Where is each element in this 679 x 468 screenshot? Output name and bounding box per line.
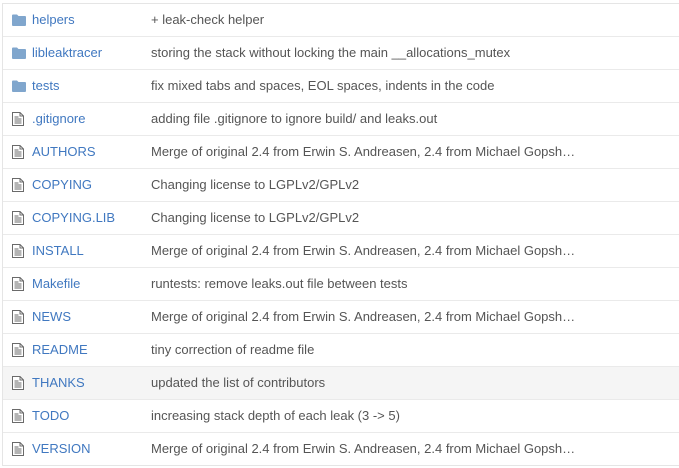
file-row: NEWS Merge of original 2.4 from Erwin S.… bbox=[3, 301, 679, 334]
file-row: helpers + leak-check helper bbox=[3, 4, 679, 37]
file-text-icon bbox=[12, 409, 26, 423]
commit-message-link[interactable]: Changing license to LGPLv2/GPLv2 bbox=[151, 169, 359, 201]
file-text-icon bbox=[12, 442, 26, 456]
folder-icon bbox=[12, 46, 26, 60]
commit-message-link[interactable]: runtests: remove leaks.out file between … bbox=[151, 268, 408, 300]
commit-message-link[interactable]: Merge of original 2.4 from Erwin S. Andr… bbox=[151, 301, 575, 333]
file-name-link[interactable]: helpers bbox=[32, 4, 75, 36]
file-row: COPYING Changing license to LGPLv2/GPLv2 bbox=[3, 169, 679, 202]
file-name-link[interactable]: README bbox=[32, 334, 88, 366]
file-name-link[interactable]: COPYING bbox=[32, 169, 92, 201]
commit-message-link[interactable]: tiny correction of readme file bbox=[151, 334, 314, 366]
commit-message-link[interactable]: storing the stack without locking the ma… bbox=[151, 37, 510, 69]
file-name-link[interactable]: THANKS bbox=[32, 367, 85, 399]
file-list: helpers + leak-check helper libleaktrace… bbox=[2, 3, 679, 466]
file-row: AUTHORS Merge of original 2.4 from Erwin… bbox=[3, 136, 679, 169]
file-text-icon bbox=[12, 211, 26, 225]
file-name-link[interactable]: AUTHORS bbox=[32, 136, 96, 168]
folder-icon bbox=[12, 13, 26, 27]
file-row: tests fix mixed tabs and spaces, EOL spa… bbox=[3, 70, 679, 103]
file-row: VERSION Merge of original 2.4 from Erwin… bbox=[3, 433, 679, 465]
file-name-link[interactable]: INSTALL bbox=[32, 235, 84, 267]
file-text-icon bbox=[12, 343, 26, 357]
commit-message-link[interactable]: fix mixed tabs and spaces, EOL spaces, i… bbox=[151, 70, 495, 102]
file-text-icon bbox=[12, 310, 26, 324]
file-text-icon bbox=[12, 145, 26, 159]
commit-message-link[interactable]: adding file .gitignore to ignore build/ … bbox=[151, 103, 437, 135]
file-name-link[interactable]: NEWS bbox=[32, 301, 71, 333]
file-text-icon bbox=[12, 178, 26, 192]
file-name-link[interactable]: .gitignore bbox=[32, 103, 85, 135]
commit-message-link[interactable]: Merge of original 2.4 from Erwin S. Andr… bbox=[151, 433, 575, 465]
folder-icon bbox=[12, 79, 26, 93]
file-row: Makefile runtests: remove leaks.out file… bbox=[3, 268, 679, 301]
file-text-icon bbox=[12, 244, 26, 258]
file-row: THANKS updated the list of contributors bbox=[3, 367, 679, 400]
commit-message-link[interactable]: + leak-check helper bbox=[151, 4, 264, 36]
file-row: INSTALL Merge of original 2.4 from Erwin… bbox=[3, 235, 679, 268]
file-row: libleaktracer storing the stack without … bbox=[3, 37, 679, 70]
commit-message-link[interactable]: Changing license to LGPLv2/GPLv2 bbox=[151, 202, 359, 234]
file-name-link[interactable]: tests bbox=[32, 70, 59, 102]
commit-message-link[interactable]: updated the list of contributors bbox=[151, 367, 325, 399]
commit-message-link[interactable]: Merge of original 2.4 from Erwin S. Andr… bbox=[151, 235, 575, 267]
file-row: README tiny correction of readme file bbox=[3, 334, 679, 367]
file-text-icon bbox=[12, 376, 26, 390]
file-row: .gitignore adding file .gitignore to ign… bbox=[3, 103, 679, 136]
file-name-link[interactable]: libleaktracer bbox=[32, 37, 102, 69]
file-text-icon bbox=[12, 277, 26, 291]
commit-message-link[interactable]: Merge of original 2.4 from Erwin S. Andr… bbox=[151, 136, 575, 168]
file-row: COPYING.LIB Changing license to LGPLv2/G… bbox=[3, 202, 679, 235]
file-text-icon bbox=[12, 112, 26, 126]
file-row: TODO increasing stack depth of each leak… bbox=[3, 400, 679, 433]
file-name-link[interactable]: TODO bbox=[32, 400, 69, 432]
file-name-link[interactable]: VERSION bbox=[32, 433, 91, 465]
commit-message-link[interactable]: increasing stack depth of each leak (3 -… bbox=[151, 400, 400, 432]
file-name-link[interactable]: Makefile bbox=[32, 268, 80, 300]
file-name-link[interactable]: COPYING.LIB bbox=[32, 202, 115, 234]
